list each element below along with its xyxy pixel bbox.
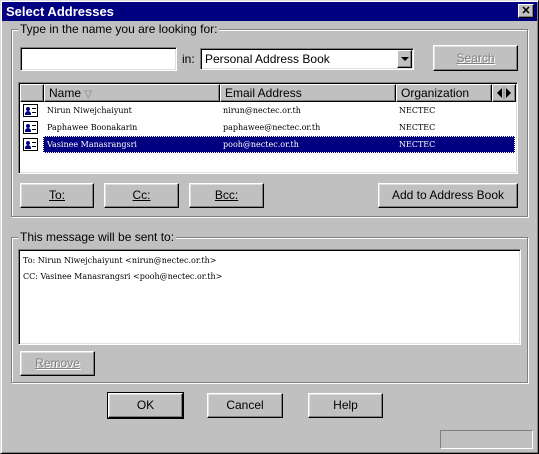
contact-organization: NECTEC [399, 140, 436, 149]
contact-email: nirun@nectec.or.th [223, 106, 301, 115]
contact-email: paphawee@nectec.or.th [223, 123, 321, 132]
title-bar[interactable]: Select Addresses ✕ [2, 2, 537, 21]
sort-down-icon: ▽ [84, 89, 93, 100]
close-icon[interactable]: ✕ [518, 4, 534, 18]
column-header-email[interactable]: Email Address [220, 84, 396, 102]
contact-organization: NECTEC [399, 106, 436, 115]
search-button[interactable]: Search [433, 45, 518, 71]
contact-card-icon [23, 121, 38, 134]
contact-organization: NECTEC [399, 123, 436, 132]
ok-button[interactable]: OK [107, 392, 184, 419]
column-header-organization[interactable]: Organization [396, 84, 492, 102]
recipients-group-label: This message will be sent to: [18, 230, 177, 244]
in-label: in: [182, 52, 195, 66]
cc-button[interactable]: Cc: [104, 183, 179, 208]
window-title: Select Addresses [6, 4, 114, 19]
arrow-left-icon[interactable] [493, 85, 515, 101]
to-button[interactable]: To: [20, 183, 94, 208]
column-header-icon[interactable] [20, 84, 44, 102]
address-list[interactable]: Name ▽ Email Address Organization Nirun … [18, 82, 518, 174]
chevron-down-icon[interactable] [397, 50, 412, 68]
list-header: Name ▽ Email Address Organization [20, 84, 516, 102]
search-group-label: Type in the name you are looking for: [18, 22, 220, 36]
name-search-input[interactable] [20, 47, 177, 71]
contact-name: Nirun Niwejchaiyunt [47, 106, 132, 115]
arrow-right-icon [506, 88, 511, 98]
help-button[interactable]: Help [308, 393, 383, 418]
add-to-address-book-button[interactable]: Add to Address Book [378, 183, 518, 208]
recipient-cc-line: CC: Vasinee Manasrangsri <pooh@nectec.or… [23, 272, 223, 281]
remove-button[interactable]: Remove [20, 351, 95, 376]
recipient-to-line: To: Nirun Niwejchaiyunt <nirun@nectec.or… [23, 256, 217, 265]
contact-card-icon [23, 138, 38, 151]
list-item[interactable]: Nirun Niwejchaiyunt nirun@nectec.or.th N… [19, 102, 515, 119]
bcc-button[interactable]: Bcc: [189, 183, 264, 208]
list-item-selected[interactable]: Vasinee Manasrangsri pooh@nectec.or.th N… [19, 136, 515, 153]
column-header-name[interactable]: Name ▽ [44, 84, 220, 102]
contact-card-icon [23, 104, 38, 117]
status-panel [440, 430, 533, 449]
column-scroll-buttons[interactable] [492, 84, 516, 102]
list-item[interactable]: Paphawee Boonakarin paphawee@nectec.or.t… [19, 119, 515, 136]
address-book-selected: Personal Address Book [205, 52, 330, 66]
contact-name: Vasinee Manasrangsri [47, 140, 137, 149]
contact-email: pooh@nectec.or.th [223, 140, 299, 149]
cancel-button[interactable]: Cancel [207, 393, 283, 418]
contact-name: Paphawee Boonakarin [47, 123, 138, 132]
recipients-box[interactable]: To: Nirun Niwejchaiyunt <nirun@nectec.or… [18, 249, 521, 345]
address-book-select[interactable]: Personal Address Book [200, 48, 414, 70]
